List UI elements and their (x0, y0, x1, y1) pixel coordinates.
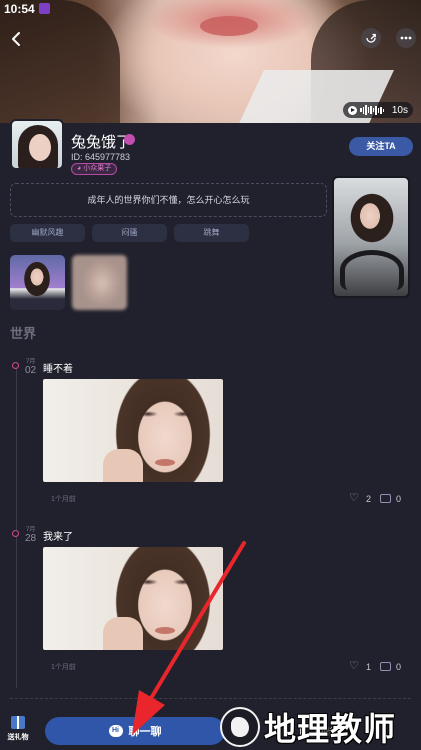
watermark: 地理教师 (220, 703, 421, 750)
share-button[interactable] (361, 28, 381, 48)
album-photo[interactable] (10, 255, 65, 310)
comment-count: 0 (396, 494, 402, 504)
post-text: 睡不着 (43, 364, 73, 375)
comment-icon[interactable] (380, 662, 391, 671)
waveform-icon (360, 105, 384, 115)
voice-duration: 10s (391, 104, 408, 116)
watermark-text: 地理教师 (264, 709, 397, 748)
voice-intro-player[interactable]: 10s (343, 102, 413, 118)
gift-icon (11, 716, 25, 729)
more-dots-icon (400, 36, 412, 40)
watermark-emblem-icon (220, 706, 260, 747)
post-day: 28 (25, 533, 37, 544)
photo-lips (155, 627, 175, 634)
timeline-dot (12, 362, 19, 369)
share-icon (366, 33, 376, 43)
like-count: 2 (366, 494, 372, 504)
section-title: 世界 (10, 326, 37, 341)
timeline-line (16, 368, 17, 688)
user-id: ID: 645977783 (71, 152, 131, 162)
chat-button-label: 聊一聊 (128, 726, 162, 738)
post-time: 1个月前 (51, 664, 76, 671)
app-notification-icon (39, 3, 50, 14)
level-badge: ◕ 小众果子 (71, 163, 118, 175)
status-time: 10:54 (4, 2, 35, 16)
gender-female-icon (124, 134, 135, 145)
timeline-dot (12, 530, 19, 537)
send-gift-button[interactable]: 送礼物 (5, 716, 31, 746)
interest-tag: 幽默风趣 (10, 224, 85, 242)
chevron-left-icon (12, 32, 20, 46)
album-photo-blurred[interactable] (72, 255, 127, 310)
interest-tag: 闷骚 (92, 224, 167, 242)
like-count: 1 (366, 662, 372, 672)
photo-hand (103, 449, 143, 482)
chat-button[interactable]: Hi 聊一聊 (45, 717, 225, 745)
send-gift-label: 送礼物 (7, 734, 29, 741)
signature: 成年人的世界你们不懂，怎么开心怎么玩 (10, 183, 327, 217)
cover-hair-left (0, 0, 120, 123)
interest-tags: 幽默风趣 闷骚 跳舞 (10, 224, 249, 242)
post-time: 1个月前 (51, 496, 76, 503)
heart-icon[interactable]: ♡ (349, 661, 361, 672)
nickname: 兔兔饿了 (71, 134, 132, 151)
steering-wheel (340, 250, 404, 290)
avatar[interactable] (10, 119, 64, 170)
back-button[interactable] (6, 28, 28, 50)
cover-lips (200, 16, 258, 36)
post-photo[interactable] (43, 547, 223, 650)
comment-icon[interactable] (380, 494, 391, 503)
more-button[interactable] (396, 28, 416, 48)
level-badge-label: 小众果子 (83, 165, 112, 172)
post-text: 我来了 (43, 532, 73, 543)
post-month: 7月 (26, 359, 36, 365)
photo-hand (103, 617, 143, 650)
follow-button[interactable]: 关注TA (349, 137, 413, 156)
post-day: 02 (25, 365, 37, 376)
interest-tag: 跳舞 (174, 224, 249, 242)
divider (10, 698, 411, 699)
comment-count: 0 (396, 662, 402, 672)
lips-icon: ◕ (77, 165, 82, 172)
photo-lips (155, 459, 175, 466)
status-bar: 10:54 (0, 0, 421, 18)
post-month: 7月 (26, 527, 36, 533)
hi-chat-icon: Hi (108, 725, 123, 737)
play-icon (348, 105, 357, 115)
post-photo[interactable] (43, 379, 223, 482)
featured-photo[interactable] (332, 176, 410, 298)
heart-icon[interactable]: ♡ (349, 493, 361, 504)
